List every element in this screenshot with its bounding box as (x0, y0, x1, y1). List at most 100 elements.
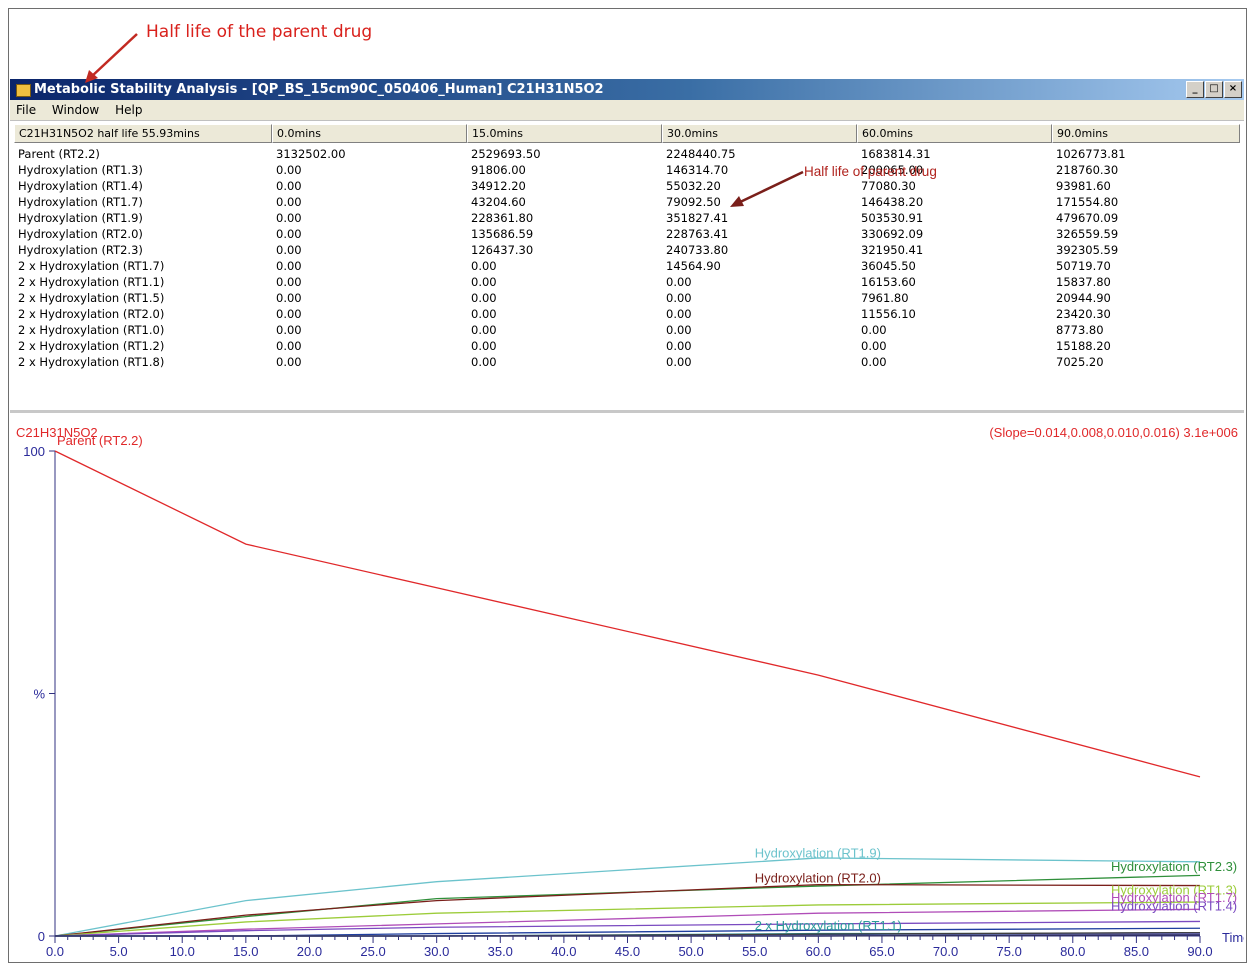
table-row[interactable]: Hydroxylation (RT2.3) 0.00 126437.30 240733… (14, 242, 1240, 258)
row-compound-name: Hydroxylation (RT1.7) (18, 195, 143, 209)
x-tick-label: 15.0 (233, 944, 258, 959)
x-tick-label: 0.0 (46, 944, 64, 959)
row-value: 0.00 (861, 339, 887, 353)
row-value: 0.00 (471, 275, 497, 289)
x-tick-label: 25.0 (360, 944, 385, 959)
table-row[interactable]: 2 x Hydroxylation (RT1.2) 0.00 0.00 0.00 0.0… (14, 338, 1240, 354)
y-tick-label: 100 (23, 444, 45, 459)
row-value: 146314.70 (666, 163, 729, 177)
series-line (54, 857, 1201, 937)
table-row[interactable]: 2 x Hydroxylation (RT1.7) 0.00 0.00 14564.9… (14, 258, 1240, 274)
row-compound-name: 2 x Hydroxylation (RT1.1) (18, 275, 165, 289)
x-tick-label: 20.0 (297, 944, 322, 959)
series-label: Parent (RT2.2) (57, 433, 143, 448)
decay-chart: C21H31N5O2 (Slope=0.014,0.008,0.010,0.016… (16, 425, 1244, 959)
row-value: 0.00 (276, 323, 302, 337)
series-label: 2 x Hydroxylation (RT1.1) (755, 918, 902, 933)
row-value: 43204.60 (471, 195, 526, 209)
row-value: 2248440.75 (666, 147, 736, 161)
maximize-button[interactable]: □ (1205, 81, 1223, 98)
table-row[interactable]: 2 x Hydroxylation (RT2.0) 0.00 0.00 0.00 115… (14, 306, 1240, 322)
window-titlebar[interactable]: Metabolic Stability Analysis - [QP_BS_15… (10, 79, 1244, 100)
row-value: 0.00 (666, 291, 692, 305)
header-compound[interactable]: C21H31N5O2 half life 55.93mins (14, 124, 272, 143)
row-compound-name: 2 x Hydroxylation (RT1.7) (18, 259, 165, 273)
row-value: 326559.59 (1056, 227, 1119, 241)
table-row[interactable]: Hydroxylation (RT2.0) 0.00 135686.59 228763… (14, 226, 1240, 242)
table-row[interactable]: Hydroxylation (RT1.3) 0.00 91806.00 146314.… (14, 162, 1240, 178)
menu-help[interactable]: Help (109, 100, 148, 119)
table-row[interactable]: Parent (RT2.2) 3132502.00 2529693.50 224844… (14, 146, 1240, 162)
x-tick-label: 55.0 (742, 944, 767, 959)
row-compound-name: 2 x Hydroxylation (RT1.8) (18, 355, 165, 369)
table-row[interactable]: 2 x Hydroxylation (RT1.8) 0.00 0.00 0.00 0.0… (14, 354, 1240, 370)
row-value: 0.00 (276, 179, 302, 193)
app-icon (16, 84, 31, 97)
row-value: 23420.30 (1056, 307, 1111, 321)
row-value: 0.00 (666, 339, 692, 353)
row-value: 34912.20 (471, 179, 526, 193)
x-tick-label: 80.0 (1060, 944, 1085, 959)
x-tick-label: 30.0 (424, 944, 449, 959)
x-tick-label: 75.0 (997, 944, 1022, 959)
x-tick-label: 90.0 (1187, 944, 1212, 959)
menu-file[interactable]: File (10, 100, 42, 119)
header-time[interactable]: 90.0mins (1052, 124, 1240, 143)
row-value: 11556.10 (861, 307, 916, 321)
row-compound-name: 2 x Hydroxylation (RT1.0) (18, 323, 165, 337)
row-compound-name: Hydroxylation (RT1.4) (18, 179, 143, 193)
row-value: 321950.41 (861, 243, 924, 257)
x-tick-label: 10.0 (170, 944, 195, 959)
row-value: 228763.41 (666, 227, 729, 241)
row-value: 0.00 (276, 339, 302, 353)
series-line (54, 874, 1201, 937)
row-value: 0.00 (861, 323, 887, 337)
table-row[interactable]: 2 x Hydroxylation (RT1.5) 0.00 0.00 0.00 796… (14, 290, 1240, 306)
row-value: 135686.59 (471, 227, 534, 241)
row-value: 2529693.50 (471, 147, 541, 161)
header-time[interactable]: 0.0mins (272, 124, 467, 143)
row-compound-name: Parent (RT2.2) (18, 147, 100, 161)
row-value: 218760.30 (1056, 163, 1119, 177)
table-row[interactable]: Hydroxylation (RT1.9) 0.00 228361.80 351827… (14, 210, 1240, 226)
table-row[interactable]: Hydroxylation (RT1.7) 0.00 43204.60 79092.5… (14, 194, 1240, 210)
series-label: Hydroxylation (RT2.3) (1111, 859, 1237, 874)
close-button[interactable]: × (1224, 81, 1242, 98)
header-time[interactable]: 15.0mins (467, 124, 662, 143)
row-value: 0.00 (276, 195, 302, 209)
row-value: 479670.09 (1056, 211, 1119, 225)
row-value: 0.00 (666, 323, 692, 337)
row-compound-name: Hydroxylation (RT1.3) (18, 163, 143, 177)
chart-panel: C21H31N5O2 (Slope=0.014,0.008,0.010,0.016… (10, 413, 1244, 961)
table-row[interactable]: 2 x Hydroxylation (RT1.0) 0.00 0.00 0.00 0.0… (14, 322, 1240, 338)
minimize-button[interactable]: _ (1186, 81, 1204, 98)
row-value: 0.00 (666, 275, 692, 289)
x-tick-label: 45.0 (615, 944, 640, 959)
row-value: 0.00 (276, 259, 302, 273)
window-title: Metabolic Stability Analysis - [QP_BS_15… (34, 82, 604, 97)
series-label: Hydroxylation (RT1.9) (755, 845, 881, 860)
row-compound-name: Hydroxylation (RT2.3) (18, 243, 143, 257)
row-compound-name: 2 x Hydroxylation (RT2.0) (18, 307, 165, 321)
row-value: 1026773.81 (1056, 147, 1126, 161)
row-compound-name: Hydroxylation (RT2.0) (18, 227, 143, 241)
table-row[interactable]: Hydroxylation (RT1.4) 0.00 34912.20 55032.2… (14, 178, 1240, 194)
row-value: 77080.30 (861, 179, 916, 193)
row-value: 0.00 (276, 355, 302, 369)
row-value: 20944.90 (1056, 291, 1111, 305)
header-time[interactable]: 60.0mins (857, 124, 1052, 143)
annotation-top: Half life of the parent drug (146, 22, 373, 42)
header-time[interactable]: 30.0mins (662, 124, 857, 143)
row-value: 93981.60 (1056, 179, 1111, 193)
row-compound-name: 2 x Hydroxylation (RT1.5) (18, 291, 165, 305)
row-value: 0.00 (276, 211, 302, 225)
x-tick-label: 85.0 (1124, 944, 1149, 959)
row-compound-name: Hydroxylation (RT1.9) (18, 211, 143, 225)
row-value: 0.00 (276, 291, 302, 305)
row-value: 0.00 (471, 339, 497, 353)
x-axis-label: Time (1222, 930, 1244, 945)
series-label: Hydroxylation (RT1.4) (1111, 898, 1237, 913)
row-value: 8773.80 (1056, 323, 1104, 337)
menu-window[interactable]: Window (46, 100, 105, 119)
table-row[interactable]: 2 x Hydroxylation (RT1.1) 0.00 0.00 0.00 161… (14, 274, 1240, 290)
